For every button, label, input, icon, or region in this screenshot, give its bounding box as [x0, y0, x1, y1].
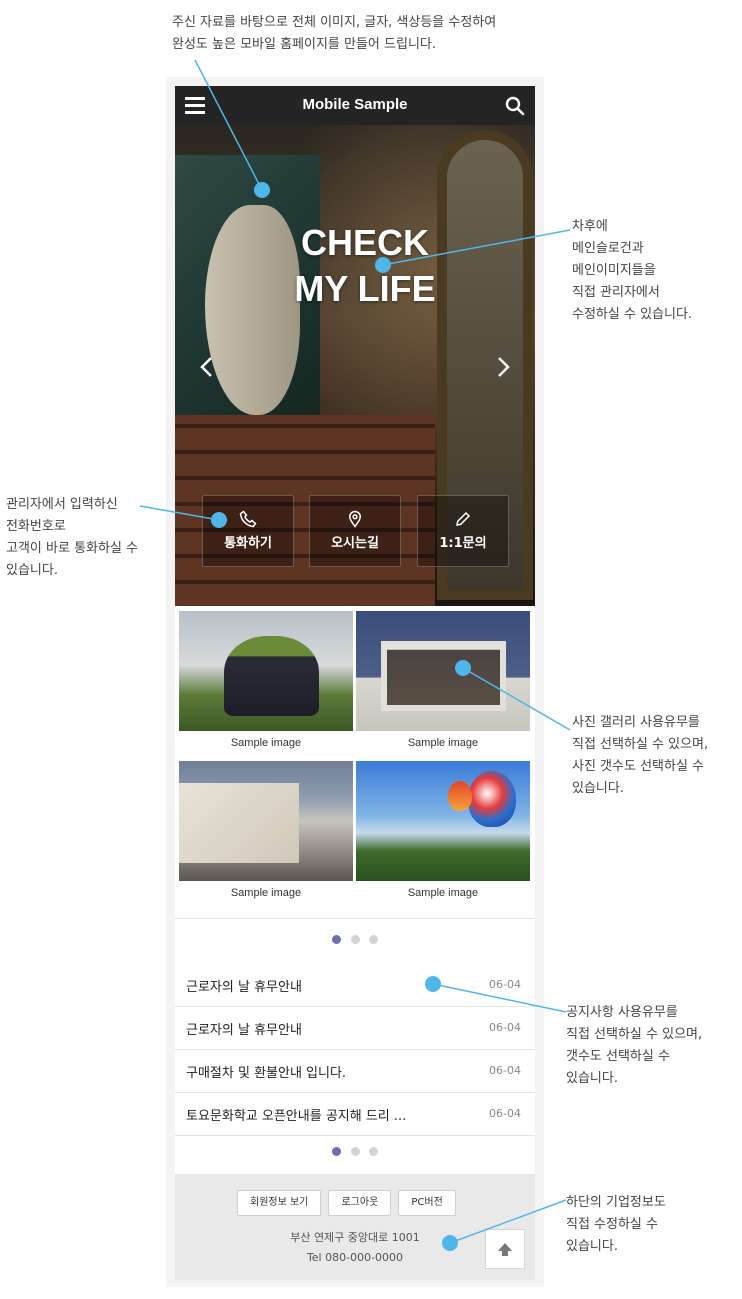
notice-row[interactable]: 구매절차 및 환불안내 입니다. 06-04 [175, 1050, 535, 1093]
company-info: 부산 연제구 중앙대로 1001 Tel 080-000-0000 [275, 1228, 435, 1268]
hero-slogan-line1: CHECK [300, 222, 429, 263]
annotation-call: 관리자에서 입력하신 전화번호로 고객이 바로 통화하실 수 있습니다. [6, 497, 138, 578]
notice-title[interactable]: 토요문화학교 오픈안내를 공지해 드리 ... [186, 1105, 406, 1124]
company-tel: Tel 080-000-0000 [306, 1251, 404, 1264]
search-icon[interactable] [505, 96, 525, 116]
location-pin-icon [348, 510, 362, 528]
logout-button[interactable]: 로그아웃 [328, 1190, 392, 1216]
annotation-footer: 하단의 기업정보도 직접 수정하실 수 있습니다. [566, 1195, 666, 1254]
call-button-label: 통화하기 [224, 536, 272, 551]
call-button[interactable]: 통화하기 [202, 495, 294, 567]
pagination-dot[interactable] [332, 1147, 342, 1156]
next-slide-icon[interactable] [491, 355, 515, 379]
footer: 회원정보 보기 로그아웃 PC버전 부산 연제구 중앙대로 1001 Tel 0… [175, 1174, 535, 1280]
gallery-image [179, 611, 353, 731]
arrow-up-icon [498, 1243, 512, 1256]
gallery-caption: Sample image [230, 737, 302, 749]
annotation-gallery: 사진 갤러리 사용유무를 직접 선택하실 수 있으며, 사진 갯수도 선택하실 … [572, 715, 709, 796]
notice-row[interactable]: 근로자의 날 휴무안내 06-04 [175, 964, 535, 1007]
pagination-dot[interactable] [350, 935, 360, 944]
annotation-notice: 공지사항 사용유무를 직접 선택하실 수 있으며, 갯수도 선택하실 수 있습니… [566, 1005, 703, 1086]
pagination-dot[interactable] [368, 1147, 378, 1156]
notice-date: 06-04 [489, 978, 521, 991]
scroll-top-button[interactable] [485, 1229, 525, 1269]
hero-slogan-line2: MY LIFE [294, 268, 436, 309]
pagination-dot[interactable] [350, 1147, 360, 1156]
gallery-item[interactable]: Sample image [179, 761, 353, 899]
pencil-icon [456, 511, 471, 526]
prev-slide-icon[interactable] [195, 355, 219, 379]
notice-row[interactable]: 근로자의 날 휴무안내 06-04 [175, 1007, 535, 1050]
notice-title[interactable]: 근로자의 날 휴무안내 [186, 1019, 302, 1038]
gallery-item[interactable]: Sample image [356, 611, 530, 749]
notice-date: 06-04 [489, 1064, 521, 1077]
notice-title[interactable]: 근로자의 날 휴무안내 [186, 976, 302, 995]
gallery-image [356, 761, 530, 881]
hero-slogan: CHECK MY LIFE [265, 220, 465, 312]
gallery-caption: Sample image [407, 737, 479, 749]
pagination-dot[interactable] [332, 935, 342, 944]
notice-date: 06-04 [489, 1107, 521, 1120]
gallery-caption: Sample image [407, 887, 479, 899]
pc-version-button[interactable]: PC버전 [398, 1190, 456, 1216]
gallery-item[interactable]: Sample image [179, 611, 353, 749]
gallery-image [179, 761, 353, 881]
hero-slider[interactable]: CHECK MY LIFE 통화하기 오시는길 1:1문의 [175, 125, 535, 606]
member-info-button[interactable]: 회원정보 보기 [237, 1190, 322, 1216]
inquiry-button-label: 1:1문의 [439, 536, 487, 551]
photo-gallery: Sample image Sample image Sample image S… [175, 606, 535, 918]
notice-date: 06-04 [489, 1021, 521, 1034]
top-bar: Mobile Sample [175, 86, 535, 125]
annotation-hero: 차후에 메인슬로건과 메인이미지들을 직접 관리자에서 수정하실 수 있습니다. [572, 219, 693, 322]
gallery-image [356, 611, 530, 731]
directions-button[interactable]: 오시는길 [309, 495, 401, 567]
mobile-page: Mobile Sample CHECK MY LIFE 통화하기 오시는길 1:… [175, 86, 535, 1280]
divider [175, 918, 535, 919]
pagination-dot[interactable] [368, 935, 378, 944]
company-address: 부산 연제구 중앙대로 1001 [290, 1231, 420, 1244]
notice-row[interactable]: 토요문화학교 오픈안내를 공지해 드리 ... 06-04 [175, 1093, 535, 1136]
notice-title[interactable]: 구매절차 및 환불안내 입니다. [186, 1062, 346, 1081]
gallery-pagination [175, 929, 535, 948]
directions-button-label: 오시는길 [331, 536, 379, 551]
notice-pagination [175, 1141, 535, 1160]
phone-icon [239, 510, 257, 528]
gallery-caption: Sample image [230, 887, 302, 899]
notice-list: 근로자의 날 휴무안내 06-04 근로자의 날 휴무안내 06-04 구매절차… [175, 964, 535, 1136]
inquiry-button[interactable]: 1:1문의 [417, 495, 509, 567]
annotation-top: 주신 자료를 바탕으로 전체 이미지, 글자, 색상등을 수정하여 완성도 높은… [172, 15, 497, 52]
site-title[interactable]: Mobile Sample [175, 96, 535, 113]
gallery-item[interactable]: Sample image [356, 761, 530, 899]
footer-buttons: 회원정보 보기 로그아웃 PC버전 [237, 1190, 458, 1216]
